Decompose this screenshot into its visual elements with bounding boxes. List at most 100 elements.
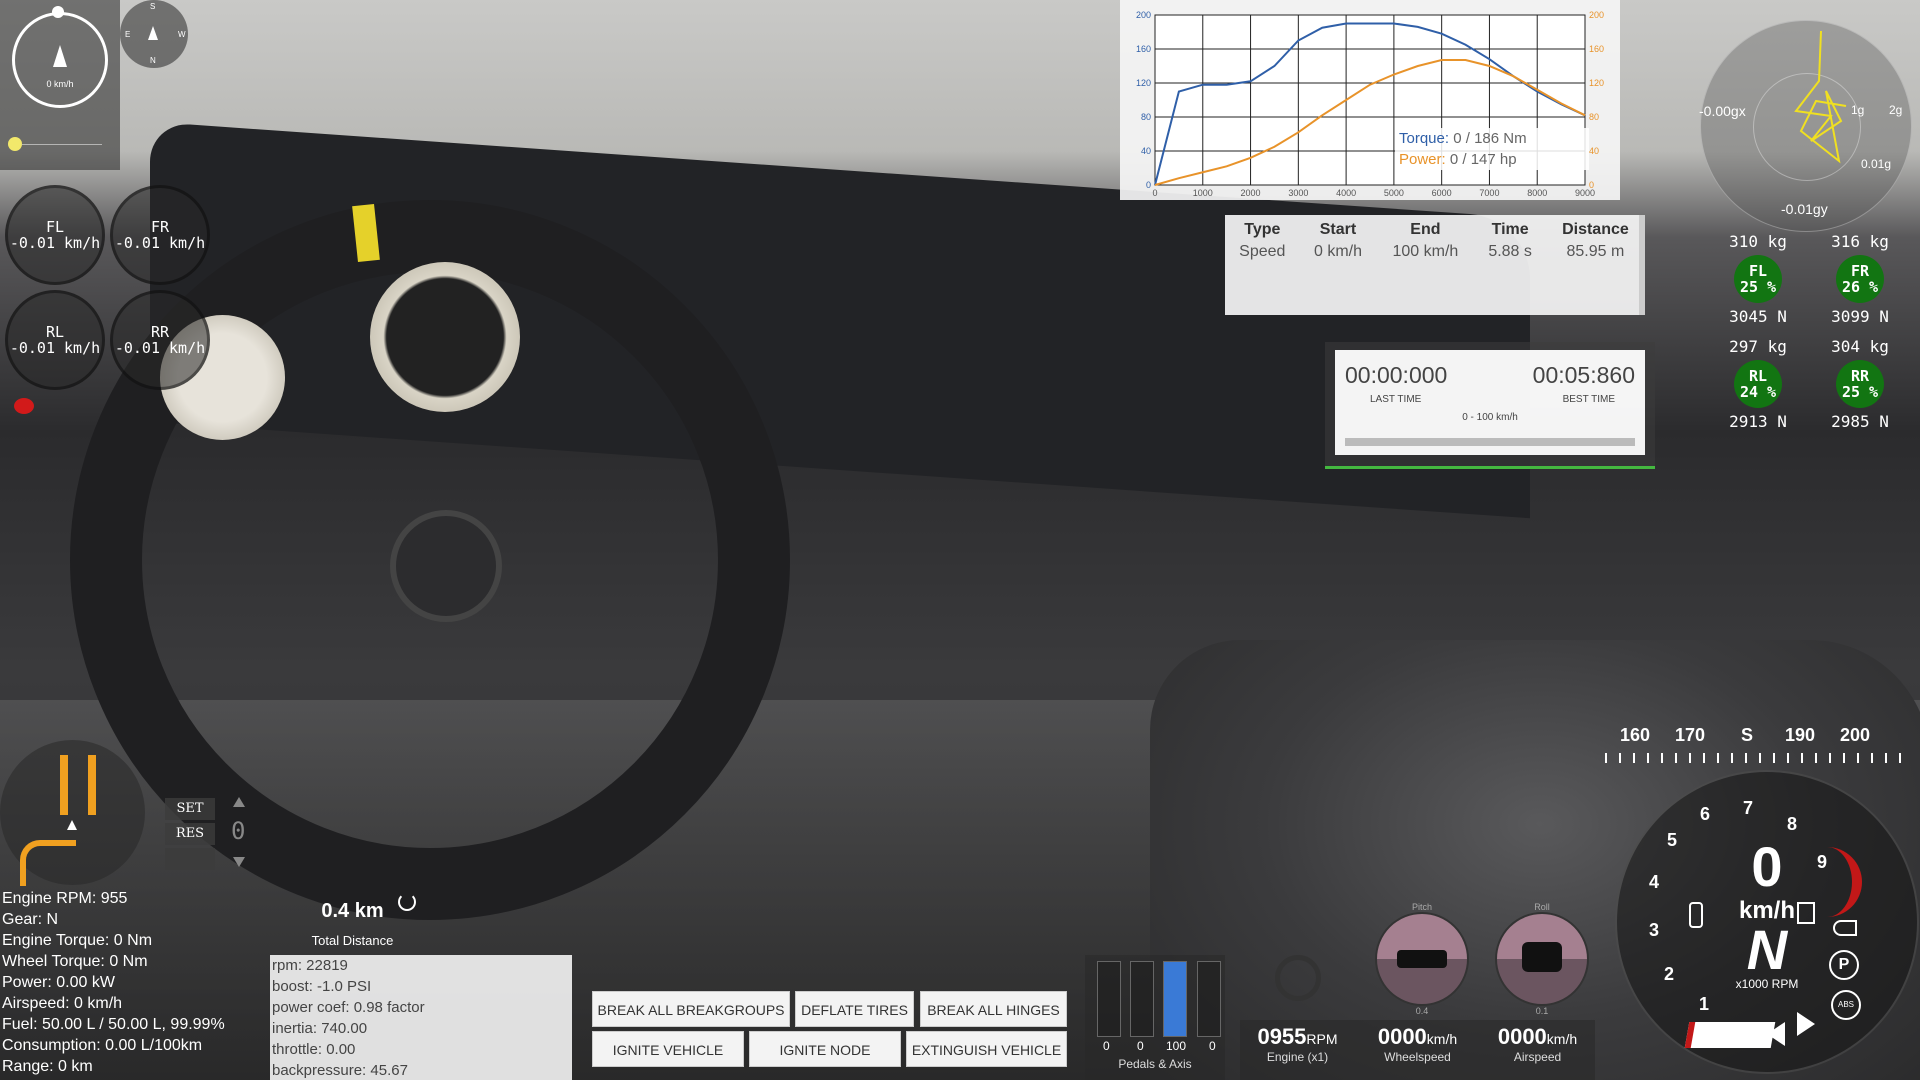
mini-compass-n: N	[150, 56, 156, 65]
extinguish-vehicle-button[interactable]: EXTINGUISH VEHICLE	[906, 1031, 1067, 1067]
tire-pct: 24 %	[1739, 383, 1777, 401]
timer-progress-bar	[1345, 438, 1635, 446]
compass-speed-label: 0 km/h	[46, 79, 74, 89]
steering-input-icon	[1275, 955, 1321, 1001]
cruise-speed: 0	[231, 817, 246, 845]
metric-unit: RPM	[1306, 1031, 1338, 1047]
break-hinges-button[interactable]: BREAK ALL HINGES	[920, 991, 1067, 1027]
tire-mass: 304 kg	[1831, 337, 1889, 356]
gforce-y-label: -0.01gy	[1781, 201, 1828, 217]
timer-range-label: 0 - 100 km/h	[1462, 412, 1518, 423]
deflate-tires-button[interactable]: DEFLATE TIRES	[795, 991, 914, 1027]
slider-knob[interactable]	[8, 137, 22, 151]
mini-compass: S E N W	[120, 0, 188, 68]
gforce-trace	[1794, 30, 1847, 164]
gear-indicator: N	[1746, 918, 1788, 981]
reset-distance-icon[interactable]	[398, 893, 416, 911]
best-time-label: BEST TIME	[1562, 394, 1615, 405]
tire-pct: 25 %	[1739, 278, 1777, 296]
headlight-icon	[1833, 920, 1857, 936]
tachometer-gauge	[370, 262, 520, 412]
power-legend: Power: 0 / 147 hp	[1399, 149, 1589, 170]
cruise-control: SET RES 0	[165, 795, 255, 875]
cruise-res-button[interactable]: RES	[165, 823, 215, 845]
y-tick-label-left: 200	[1136, 10, 1151, 20]
ignite-node-button[interactable]: IGNITE NODE	[749, 1031, 901, 1067]
x-tick-label: 8000	[1527, 188, 1547, 198]
console-line: inertia: 740.00	[272, 1020, 368, 1037]
tire-label: FL	[1748, 262, 1768, 280]
player-marker-icon	[67, 820, 77, 830]
cruise-toggle-icon[interactable]	[165, 848, 215, 870]
slider-track[interactable]	[22, 144, 102, 145]
tire-pct: 25 %	[1841, 383, 1879, 401]
roll-value: 0.1	[1535, 1006, 1549, 1016]
speed-value: 0	[1751, 835, 1783, 898]
pedal-bar	[1097, 961, 1121, 1037]
dyno-graph: 0 1000 2000 3000 4000 5000 6000 7000 8000 9000 200…	[1120, 0, 1620, 200]
tachometer: 1 2 3 4 5 6 7 8 9 0 km/h N x1000 RPM P A…	[1615, 770, 1919, 1074]
metric-label: Wheelspeed	[1384, 1050, 1451, 1064]
tire-mass: 310 kg	[1729, 232, 1787, 251]
wheelspeed-rl-label: RL	[45, 323, 65, 341]
tire-force: 3045 N	[1729, 307, 1787, 326]
wheelspeed-fl: FL -0.01 km/h	[5, 185, 105, 285]
metric-value: 0000	[1377, 1024, 1427, 1049]
wheelspeed-fr-value: -0.01 km/h	[114, 234, 206, 252]
tire-load-rr: 304 kg RR 25 % 2985 N	[1812, 337, 1908, 431]
metric-label: Engine (x1)	[1266, 1050, 1329, 1064]
cruise-set-button[interactable]: SET	[165, 798, 215, 820]
table-scrollbar[interactable]	[1639, 215, 1645, 315]
break-breakgroups-button[interactable]: BREAK ALL BREAKGROUPS	[592, 991, 790, 1027]
engine-rpm-metric: 0955RPM Engine (x1)	[1240, 1024, 1355, 1064]
minimap-panel: 0 km/h	[0, 0, 120, 170]
cruise-up-icon[interactable]	[233, 797, 245, 807]
pedal-bar	[1163, 961, 1187, 1037]
pedal-fill	[1164, 962, 1186, 1036]
tacho-tick: 7	[1743, 798, 1754, 818]
tire-pct: 26 %	[1841, 278, 1879, 296]
metric-unit: km/h	[1426, 1031, 1458, 1047]
park-label: P	[1838, 956, 1850, 973]
pedal-bar	[1130, 961, 1154, 1037]
ignite-vehicle-button[interactable]: IGNITE VEHICLE	[592, 1031, 744, 1067]
wheelspeed-fr-label: FR	[150, 218, 170, 236]
power-legend-label: Power:	[1399, 151, 1446, 168]
last-time-value: 00:00:000	[1345, 362, 1448, 388]
pedal-value: 0	[1103, 1039, 1110, 1053]
pedals-label: Pedals & Axis	[1118, 1057, 1192, 1071]
route-path	[88, 755, 96, 815]
y-tick-label-right: 80	[1589, 112, 1599, 122]
tire-mass: 297 kg	[1729, 337, 1787, 356]
wheelspeed-metric: 0000km/h Wheelspeed	[1360, 1024, 1475, 1064]
compass-dot	[52, 6, 64, 18]
roll-car-icon	[1522, 942, 1562, 972]
acceleration-timer: 00:00:000 LAST TIME 00:05:860 BEST TIME …	[1335, 350, 1645, 455]
tire-bubble: FR 26 %	[1836, 255, 1884, 303]
engine-console: rpm: 22819 boost: -1.0 PSI power coef: 0…	[270, 955, 572, 1080]
console-line: power coef: 0.98 factor	[272, 999, 425, 1016]
power-legend-value: 0 / 147 hp	[1449, 151, 1517, 168]
drag-header: Start	[1319, 221, 1357, 238]
x-tick-label: 2000	[1241, 188, 1261, 198]
park-brake-icon: P	[1829, 950, 1859, 980]
console-line: throttle: 0.00	[272, 1041, 356, 1058]
tacho-tick: 6	[1700, 804, 1711, 824]
info-line: Engine RPM: 955	[2, 890, 128, 907]
distance-label: Total Distance	[311, 933, 394, 948]
cruise-down-icon[interactable]	[233, 857, 245, 867]
gforce-low-label: 0.01g	[1861, 157, 1892, 171]
y-tick-label-left: 0	[1146, 180, 1151, 190]
tire-label: RR	[1850, 367, 1870, 385]
pitch-car-icon	[1397, 950, 1447, 968]
pedals-panel: 0 0 100 0 Pedals & Axis	[1085, 955, 1225, 1080]
x-tick-label: 6000	[1432, 188, 1452, 198]
tacho-tick: 8	[1787, 814, 1798, 834]
drag-header: End	[1410, 221, 1441, 238]
metric-label: Airspeed	[1513, 1050, 1562, 1064]
speed-compass: 0 km/h	[12, 12, 108, 108]
torque-legend-value: 0 / 186 Nm	[1453, 130, 1527, 147]
tire-label: FR	[1850, 262, 1870, 280]
metric-value: 0955	[1257, 1024, 1307, 1049]
heading-ticks	[1605, 753, 1905, 763]
